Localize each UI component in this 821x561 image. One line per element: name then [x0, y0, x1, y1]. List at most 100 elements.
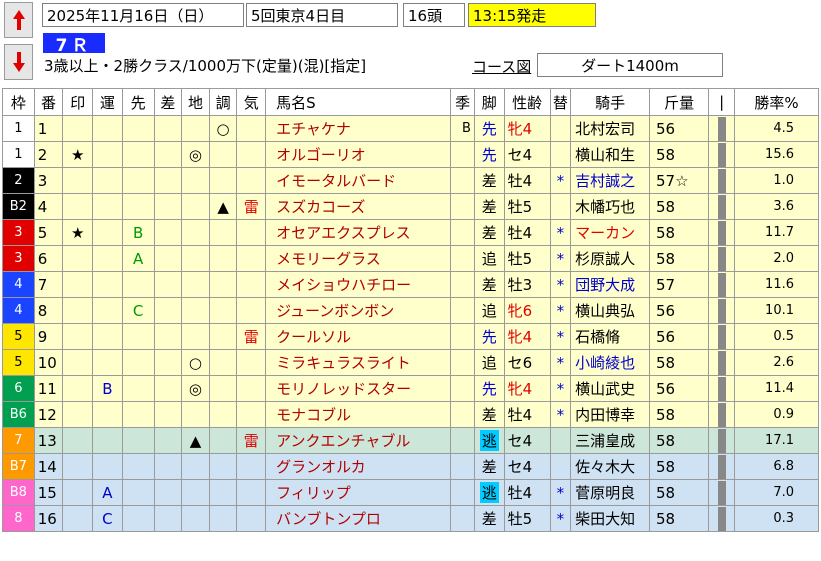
sex-age-cell: セ4: [503, 427, 551, 454]
horse-name-cell[interactable]: モリノレッドスター: [265, 375, 452, 402]
win-rate-cell-text: 11.4: [765, 381, 794, 396]
mark-cell[interactable]: [62, 505, 94, 532]
horse-number-cell: 1: [33, 115, 64, 142]
horse-name-cell[interactable]: メモリーグラス: [265, 245, 452, 272]
table-row[interactable]: 1 2 ★ ◎ オルゴーリオ 先セ4 横山和生 58 15.6: [2, 141, 820, 168]
jockey-cell[interactable]: 団野大成: [570, 271, 650, 298]
horse-name-cell[interactable]: グランオルカ: [265, 453, 452, 480]
mood-cell: 雷: [236, 323, 267, 350]
jockey-cell[interactable]: 小崎綾也: [570, 349, 650, 376]
mark-cell[interactable]: [62, 115, 94, 142]
horse-number-cell: 2: [33, 141, 64, 168]
jockey-cell[interactable]: 北村宏司: [570, 115, 650, 142]
table-row[interactable]: 2 3 イモータルバード 差牡4 * 吉村誠之 57☆ 1.0: [2, 167, 820, 194]
table-row[interactable]: B7 14 グランオルカ 差セ4 佐々木大 58 6.8: [2, 453, 820, 480]
course-map-link[interactable]: コース図: [472, 56, 531, 77]
table-row[interactable]: 4 7 メイショウハチロー 差牡3 * 団野大成 57 11.6: [2, 271, 820, 298]
mark-cell[interactable]: [62, 349, 94, 376]
ground-cell: [181, 219, 210, 246]
jockey-cell[interactable]: 菅原明良: [570, 479, 650, 506]
horse-name-cell[interactable]: オセアエクスプレス: [265, 219, 452, 246]
horse-name-cell[interactable]: オルゴーリオ: [265, 141, 452, 168]
jockey-cell[interactable]: 石橋脩: [570, 323, 650, 350]
next-race-down-arrow-icon[interactable]: [4, 44, 33, 80]
jockey-cell[interactable]: 柴田大知: [570, 505, 650, 532]
table-row[interactable]: B2 4 ▲ 雷スズカコーズ 差牡5 木幡巧也 58 3.6: [2, 193, 820, 220]
table-row[interactable]: 3 6 A メモリーグラス 追牡5 * 杉原誠人 58 2.0: [2, 245, 820, 272]
margin-cell: [153, 141, 183, 168]
horse-name-cell[interactable]: クールソル: [265, 323, 452, 350]
table-row[interactable]: B8 15 A フィリップ 逃牡4 * 菅原明良 58 7.0: [2, 479, 820, 506]
horse-name-cell[interactable]: メイショウハチロー: [265, 271, 452, 298]
weight-cell-text: 56: [655, 327, 676, 346]
mark-cell[interactable]: [62, 245, 94, 272]
horse-name-cell[interactable]: ジューンボンボン: [265, 297, 452, 324]
col-header-win-rate[interactable]: 勝率%: [733, 88, 820, 116]
jockey-cell[interactable]: 佐々木大: [570, 453, 650, 480]
waku-cell-text: 3: [14, 225, 23, 240]
mark-cell[interactable]: [62, 167, 94, 194]
mark-cell[interactable]: [62, 427, 94, 454]
horse-number-cell: 9: [33, 323, 64, 350]
luck-cell-text: B: [102, 379, 113, 398]
horse-name-cell[interactable]: モナコブル: [265, 401, 452, 428]
table-row[interactable]: 7 13 ▲ 雷アンクエンチャブル 逃セ4 三浦皇成 58 17.1: [2, 427, 820, 454]
mark-cell[interactable]: [62, 375, 94, 402]
win-rate-cell: 10.1: [733, 297, 820, 324]
mark-cell[interactable]: [62, 479, 94, 506]
running-style-cell: 追: [473, 297, 505, 324]
mark-cell[interactable]: [62, 453, 94, 480]
table-row[interactable]: 5 9 雷クールソル 先牝4 * 石橋脩 56 0.5: [2, 323, 820, 350]
table-row[interactable]: 8 16 C バンブトンプロ 差牡5 * 柴田大知 58 0.3: [2, 505, 820, 532]
horse-name-cell[interactable]: スズカコーズ: [265, 193, 452, 220]
mark-cell[interactable]: [62, 323, 94, 350]
jockey-cell[interactable]: 横山典弘: [570, 297, 650, 324]
mark-cell[interactable]: ★: [62, 219, 94, 246]
mark-cell[interactable]: [62, 271, 94, 298]
jockey-cell[interactable]: 横山武史: [570, 375, 650, 402]
table-row[interactable]: 3 5 ★ B オセアエクスプレス 差牡4 * マーカン 58 11.7: [2, 219, 820, 246]
mood-cell-text: 雷: [243, 432, 259, 450]
training-cell: [208, 297, 238, 324]
jockey-cell[interactable]: マーカン: [570, 219, 650, 246]
mark-cell[interactable]: ★: [62, 141, 94, 168]
col-header-lead: 先: [121, 88, 155, 116]
horse-name-cell[interactable]: イモータルバード: [265, 167, 452, 194]
jockey-cell[interactable]: 杉原誠人: [570, 245, 650, 272]
table-row[interactable]: B6 12 モナコブル 差牡4 * 内田博幸 58 0.9: [2, 401, 820, 428]
prev-race-up-arrow-icon[interactable]: [4, 2, 33, 38]
horse-name-cell[interactable]: アンクエンチャブル: [265, 427, 452, 454]
table-row[interactable]: 4 8 C ジューンボンボン 追牝6 * 横山典弘 56 10.1: [2, 297, 820, 324]
col-header-ground: 地: [181, 88, 210, 116]
col-header-horse-name[interactable]: 馬名S: [265, 88, 452, 116]
jockey-cell[interactable]: 横山和生: [570, 141, 650, 168]
table-row[interactable]: 1 1 ○ エチャケナ B 先牝4 北村宏司 56 4.5: [2, 115, 820, 142]
ground-cell: ◎: [181, 141, 210, 168]
jockey-cell[interactable]: 内田博幸: [570, 401, 650, 428]
table-row[interactable]: 6 11 B ◎ モリノレッドスター 先牝4 * 横山武史 56 11.4: [2, 375, 820, 402]
jockey-cell[interactable]: 吉村誠之: [570, 167, 650, 194]
luck-cell: [92, 427, 123, 454]
mark-cell[interactable]: [62, 297, 94, 324]
horse-number-cell: 4: [33, 193, 64, 220]
sex-age-cell: セ4: [503, 141, 551, 168]
mark-cell-text: ★: [71, 223, 85, 242]
table-row[interactable]: 5 10 ○ ミラキュラスライト 追セ6 * 小崎綾也 58 2.6: [2, 349, 820, 376]
waku-cell-text: B8: [9, 485, 27, 500]
jockey-cell-text: 内田博幸: [575, 406, 636, 424]
jockey-cell[interactable]: 三浦皇成: [570, 427, 650, 454]
start-time: 13:15発走: [468, 3, 596, 27]
mark-cell[interactable]: [62, 401, 94, 428]
horse-name-cell[interactable]: ミラキュラスライト: [265, 349, 452, 376]
horse-name-cell[interactable]: バンブトンプロ: [265, 505, 452, 532]
training-cell: [208, 349, 238, 376]
horse-number-cell-text: 14: [37, 457, 57, 476]
sex-age-cell-text: 牡5: [507, 198, 533, 216]
waku-cell-text: 1: [14, 121, 23, 136]
horse-name-cell[interactable]: エチャケナ: [265, 115, 452, 142]
sex-age-cell: セ4: [503, 453, 551, 480]
sex-age-cell: 牡3: [503, 271, 551, 298]
mark-cell[interactable]: [62, 193, 94, 220]
horse-name-cell[interactable]: フィリップ: [265, 479, 452, 506]
jockey-cell[interactable]: 木幡巧也: [570, 193, 650, 220]
